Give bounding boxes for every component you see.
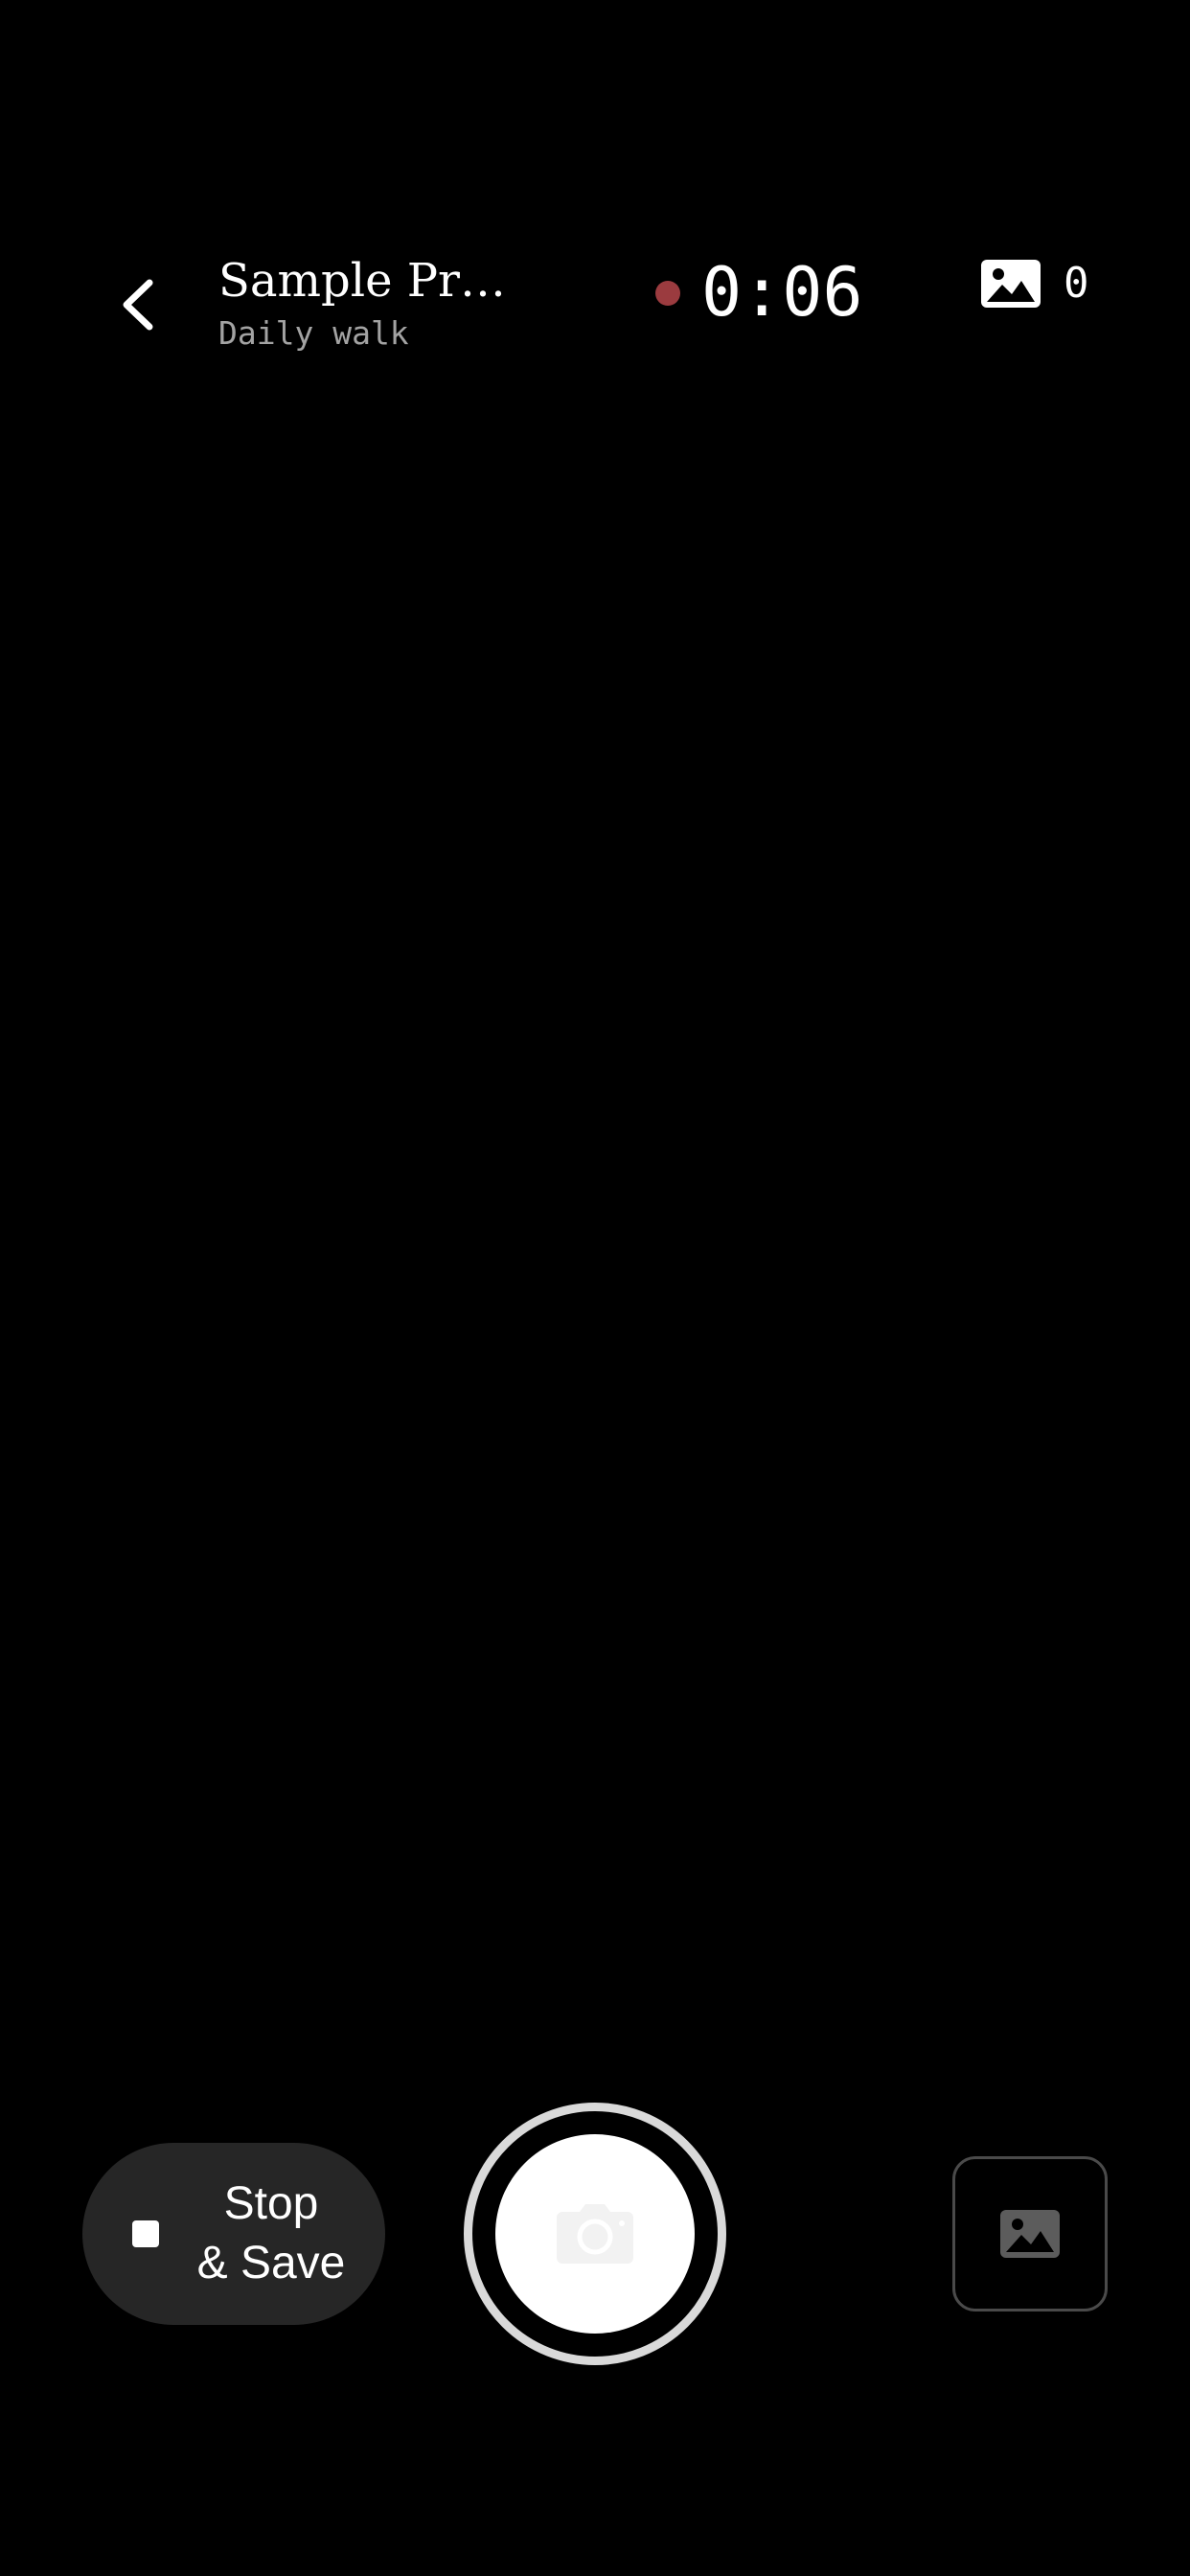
back-button[interactable] [107,268,169,341]
camera-icon [557,2204,633,2264]
chevron-left-icon [123,279,153,331]
shutter-button[interactable] [464,2103,726,2365]
stop-square-icon [132,2220,159,2247]
recording-timer: 0:06 [701,253,863,332]
image-icon [981,260,1041,308]
project-title: Sample Pr… [218,254,506,308]
photo-count-value: 0 [1064,259,1089,308]
gallery-button[interactable] [952,2156,1108,2312]
image-icon [1000,2210,1060,2258]
project-subtitle: Daily walk [218,314,409,352]
camera-screen: Sample Pr… Daily walk 0:06 0 Stop & Save [0,0,1190,2576]
project-title-block: Sample Pr… Daily walk [218,251,506,355]
stop-and-save-button[interactable]: Stop & Save [82,2143,385,2325]
recording-indicator [655,281,680,306]
photo-count-indicator: 0 [981,253,1089,314]
shutter-inner [495,2134,695,2334]
stop-and-save-label: Stop & Save [196,2178,346,2288]
